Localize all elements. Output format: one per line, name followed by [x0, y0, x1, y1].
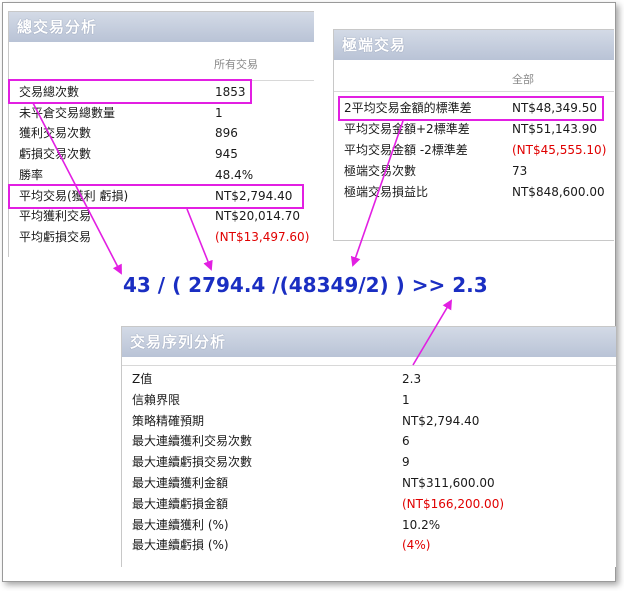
- arrow-total-to-formula: [32, 102, 122, 275]
- annotation-arrows: [32, 102, 453, 366]
- arrow-average-to-formula: [186, 208, 213, 271]
- arrow-stddev-to-formula: [350, 120, 404, 267]
- screenshot-frame: 總交易分析 所有交易 交易總次數 1853 未平倉交易總數量 1 獲利交易次數 896 虧損…: [2, 2, 616, 582]
- arrow-result-to-zvalue: [412, 299, 453, 366]
